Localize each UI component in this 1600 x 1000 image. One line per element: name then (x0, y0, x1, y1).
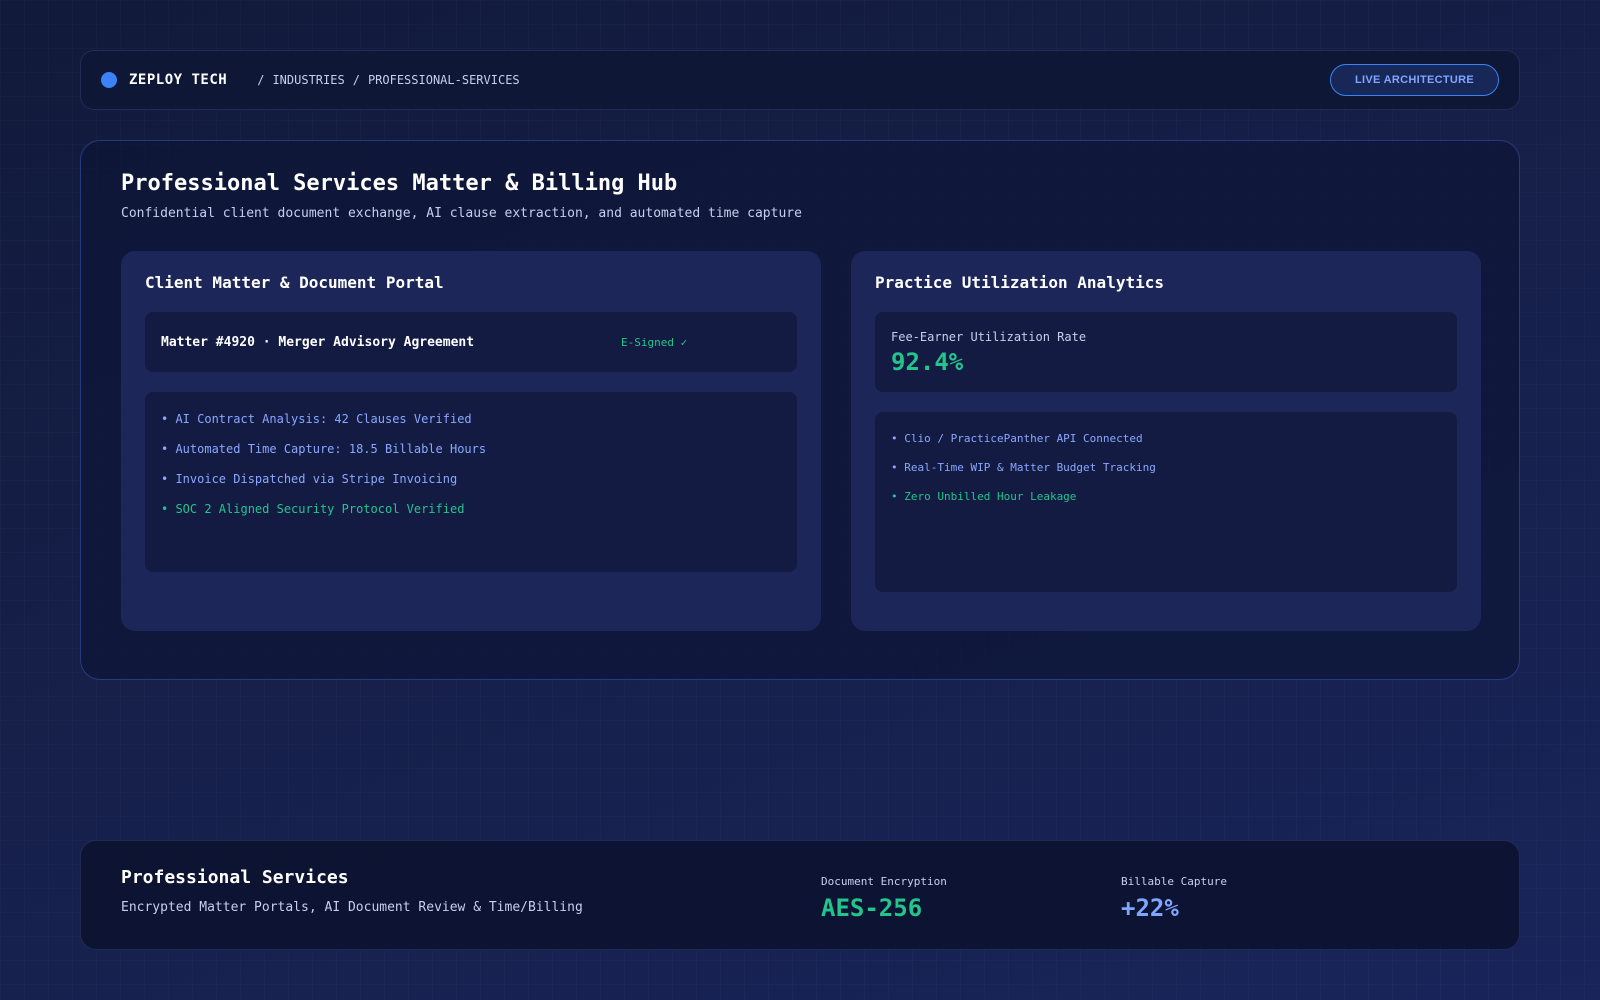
list-item: • Real-Time WIP & Matter Budget Tracking (891, 461, 1156, 474)
breadcrumb-professional-services[interactable]: PROFESSIONAL-SERVICES (368, 73, 520, 87)
analytics-feature-list: • Clio / PracticePanther API Connected •… (875, 412, 1457, 592)
breadcrumb-separator: / (352, 73, 360, 87)
brand-name[interactable]: ZEPLOY TECH (129, 72, 227, 88)
utilization-analytics-panel: Practice Utilization Analytics Fee-Earne… (851, 251, 1481, 631)
top-bar: ZEPLOY TECH / INDUSTRIES / PROFESSIONAL-… (80, 50, 1520, 110)
list-item: • Clio / PracticePanther API Connected (891, 432, 1143, 445)
client-portal-title: Client Matter & Document Portal (145, 273, 444, 292)
matter-title: Matter #4920 · Merger Advisory Agreement (161, 334, 475, 350)
hub-card: Professional Services Matter & Billing H… (80, 140, 1520, 680)
footer-summary-card: Professional Services Encrypted Matter P… (80, 840, 1520, 950)
list-item: • AI Contract Analysis: 42 Clauses Verif… (161, 412, 472, 426)
footer-subtitle: Encrypted Matter Portals, AI Document Re… (121, 900, 583, 915)
brand-dot-icon (101, 72, 117, 88)
stat-label: Document Encryption (821, 875, 947, 888)
analytics-title: Practice Utilization Analytics (875, 273, 1164, 292)
breadcrumb: / INDUSTRIES / PROFESSIONAL-SERVICES (257, 73, 519, 87)
utilization-metric: Fee-Earner Utilization Rate 92.4% (875, 312, 1457, 392)
e-signed-badge: E-Signed ✓ (621, 335, 688, 349)
footer-title: Professional Services (121, 867, 349, 888)
metric-label: Fee-Earner Utilization Rate (891, 330, 1087, 344)
portal-activity-list: • AI Contract Analysis: 42 Clauses Verif… (145, 392, 797, 572)
list-item: • Zero Unbilled Hour Leakage (891, 490, 1077, 503)
hub-title: Professional Services Matter & Billing H… (121, 171, 678, 196)
encryption-stat: Document Encryption AES-256 (821, 875, 947, 922)
list-item: • Invoice Dispatched via Stripe Invoicin… (161, 472, 458, 486)
metric-value: 92.4% (891, 348, 964, 376)
stat-value: AES-256 (821, 894, 923, 922)
breadcrumb-separator: / (257, 73, 265, 87)
breadcrumb-industries[interactable]: INDUSTRIES (272, 73, 344, 87)
matter-row[interactable]: Matter #4920 · Merger Advisory Agreement… (145, 312, 797, 372)
stat-value: +22% (1121, 894, 1179, 922)
hub-subtitle: Confidential client document exchange, A… (121, 206, 802, 221)
client-portal-panel: Client Matter & Document Portal Matter #… (121, 251, 821, 631)
stat-label: Billable Capture (1121, 875, 1227, 888)
list-item: • Automated Time Capture: 18.5 Billable … (161, 442, 487, 456)
list-item: • SOC 2 Aligned Security Protocol Verifi… (161, 502, 465, 516)
live-architecture-button[interactable]: LIVE ARCHITECTURE (1330, 64, 1499, 96)
billable-capture-stat: Billable Capture +22% (1121, 875, 1227, 922)
